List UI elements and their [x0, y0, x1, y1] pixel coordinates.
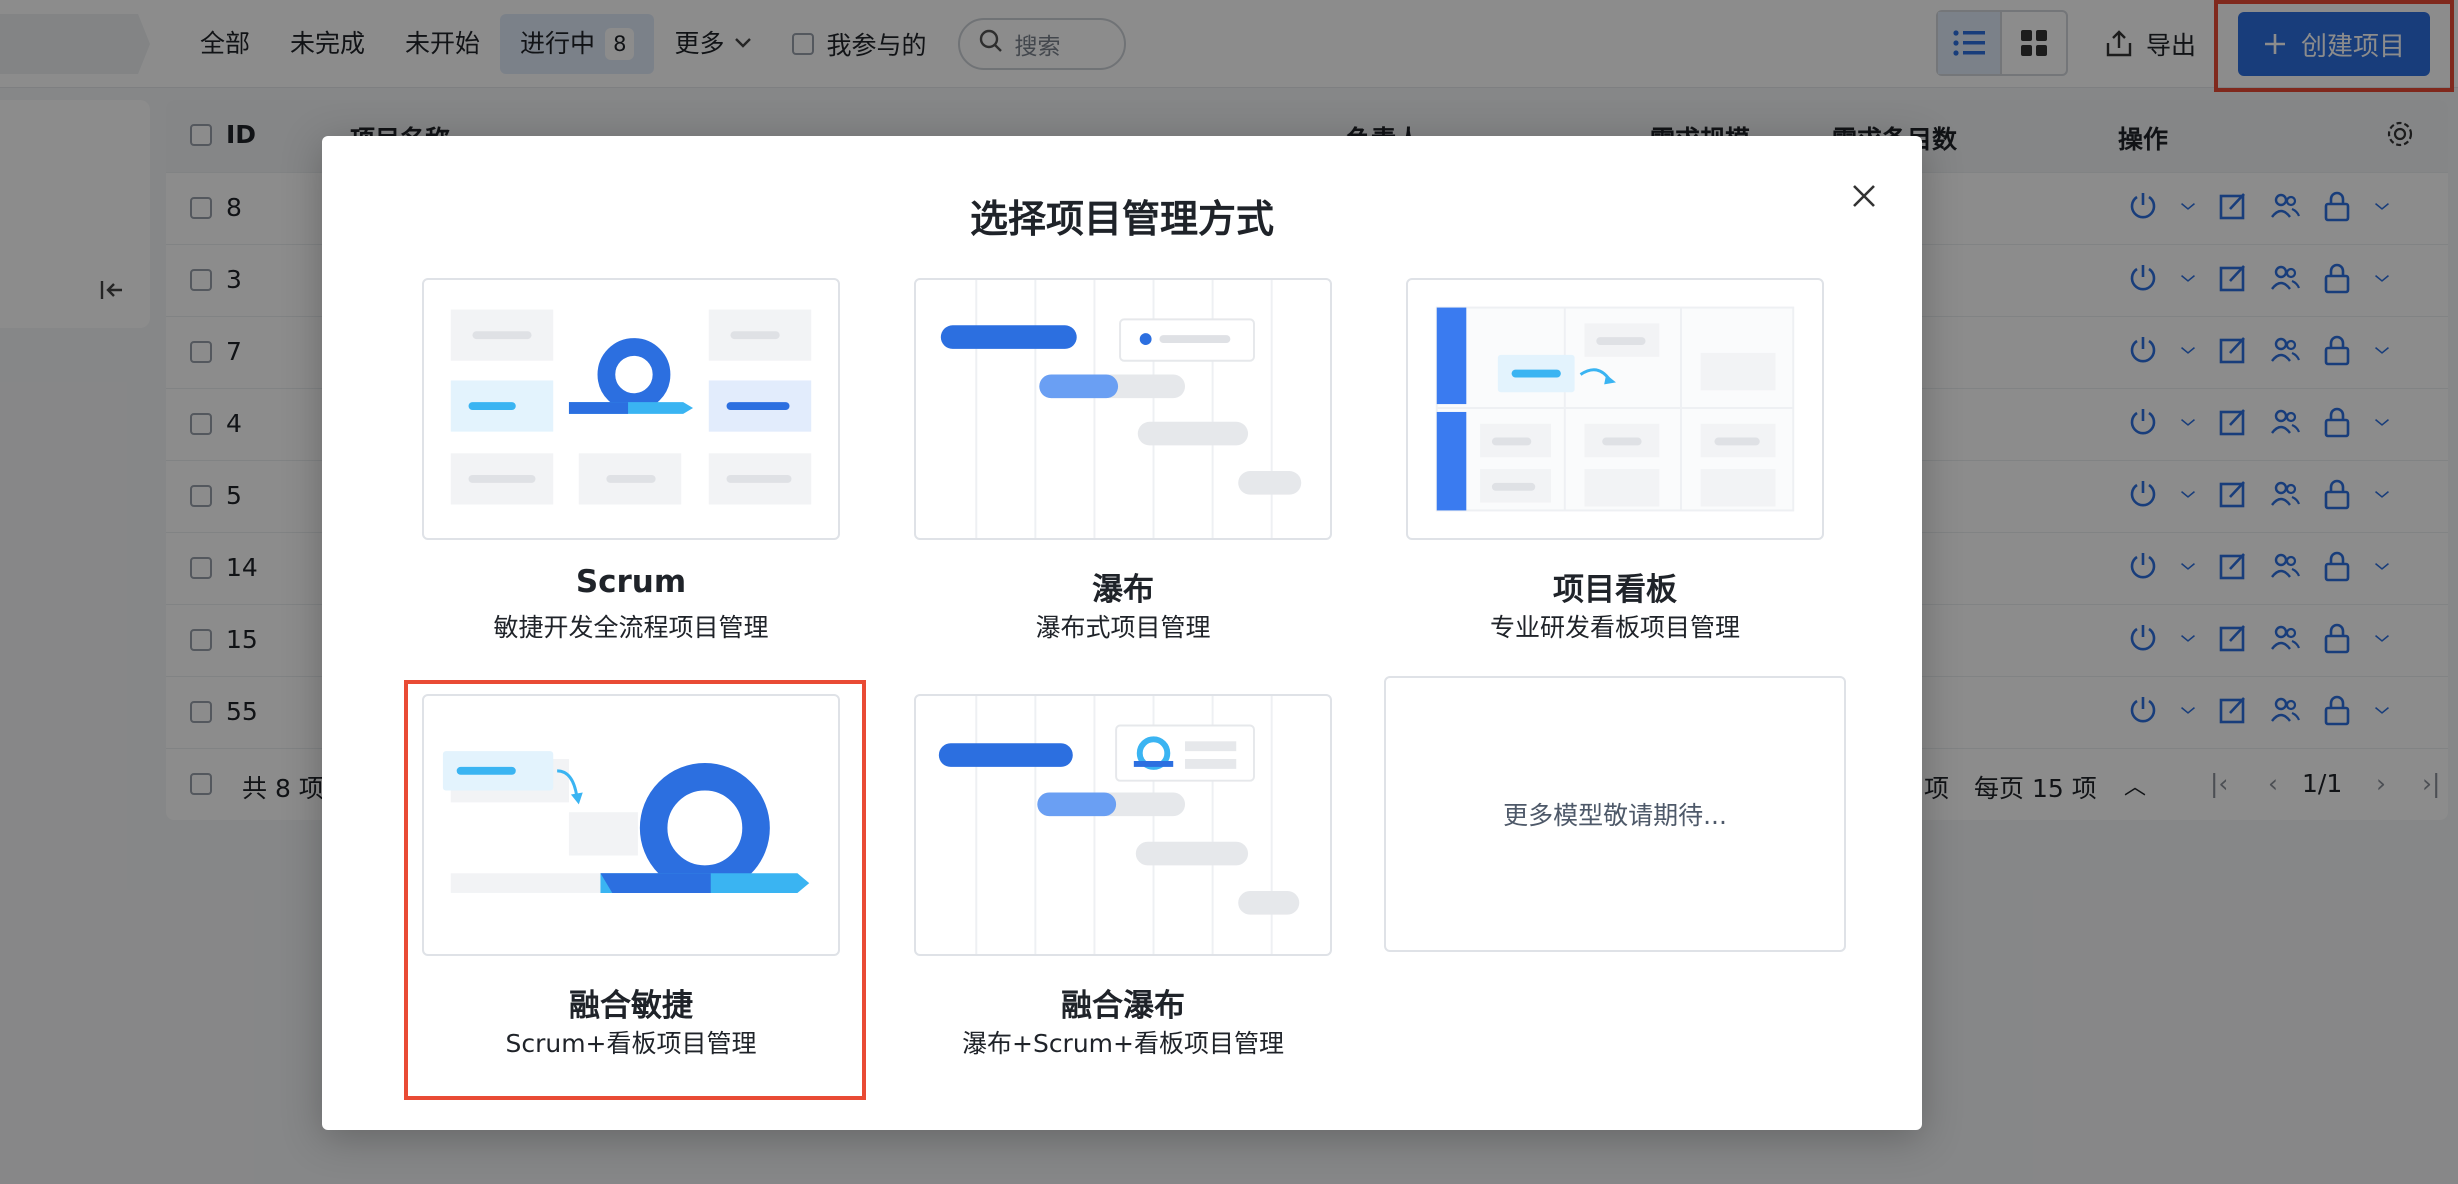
close-icon [1853, 185, 1875, 207]
more-methods-placeholder: 更多模型敬请期待... [1384, 676, 1846, 952]
card-description: 专业研发看板项目管理 [1489, 613, 1740, 642]
card-name: Scrum [575, 564, 687, 600]
selected-card-highlight [404, 680, 866, 1100]
scrum-illustration [422, 278, 840, 540]
card-name: 项目看板 [1553, 572, 1677, 608]
dialog-title: 选择项目管理方式 [969, 197, 1274, 241]
card-description: 瀑布+Scrum+看板项目管理 [962, 1029, 1284, 1058]
project-method-dialog: 选择项目管理方式 Scrum 敏捷开发全流程项目管理 瀑布 瀑布式项目管理 项目… [322, 136, 1922, 1130]
close-button[interactable] [1842, 174, 1886, 218]
hybrid-waterfall-illustration [914, 694, 1332, 956]
card-name: 瀑布 [1092, 572, 1154, 608]
card-description: 敏捷开发全流程项目管理 [493, 613, 769, 642]
kanban-illustration [1406, 278, 1824, 540]
waterfall-illustration [914, 278, 1332, 540]
more-methods-text: 更多模型敬请期待... [1503, 801, 1727, 830]
card-description: 瀑布式项目管理 [1035, 613, 1211, 642]
card-name: 融合瀑布 [1061, 988, 1185, 1024]
